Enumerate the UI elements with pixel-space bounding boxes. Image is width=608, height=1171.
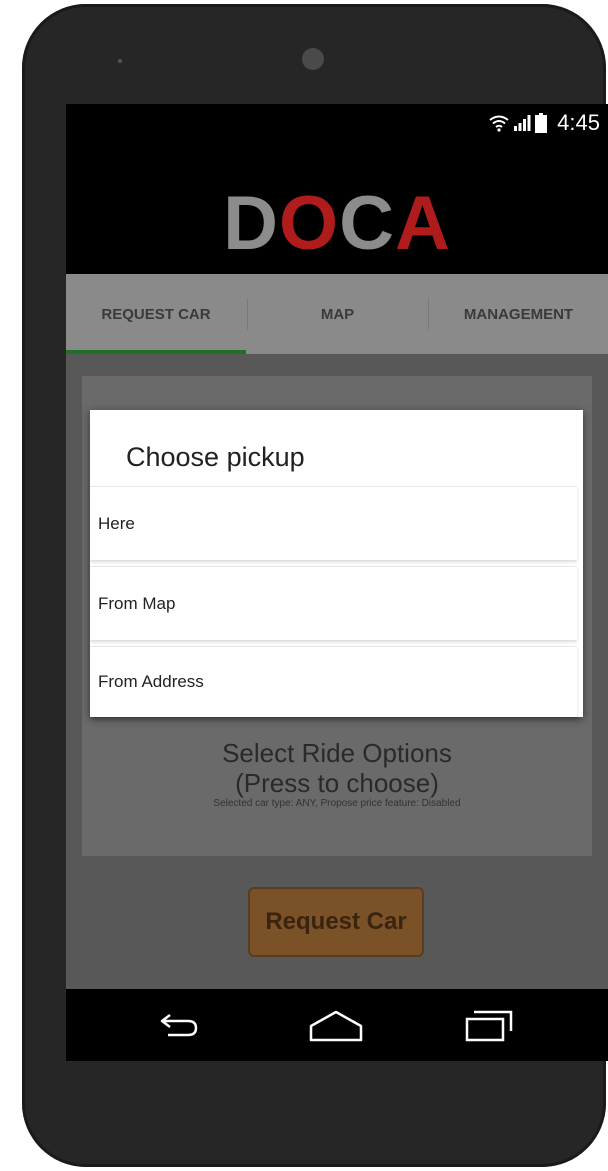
tab-bar: REQUEST CAR MAP MANAGEMENT (66, 274, 608, 354)
sensor-dot (118, 59, 122, 63)
signal-icon (514, 115, 531, 131)
dialog-title: Choose pickup (126, 442, 305, 472)
navigation-bar (66, 989, 608, 1061)
phone-frame: 4:45 DOCA REQUEST CAR MAP MANAGEMENT Sel… (22, 4, 608, 1167)
app-logo: DOCA (66, 186, 608, 262)
logo-letter: A (395, 181, 451, 266)
pickup-option-from-address[interactable]: From Address (90, 646, 577, 717)
screen: 4:45 DOCA REQUEST CAR MAP MANAGEMENT Sel… (66, 104, 608, 1061)
tab-request-car[interactable]: REQUEST CAR (66, 274, 246, 354)
pickup-option-here[interactable]: Here (90, 486, 577, 560)
recent-apps-icon[interactable] (464, 1009, 514, 1043)
back-icon[interactable] (158, 1009, 202, 1041)
status-time: 4:45 (557, 110, 600, 135)
status-bar: 4:45 (66, 104, 608, 142)
status-icons: 4:45 (489, 110, 600, 136)
request-car-button[interactable]: Request Car (248, 887, 424, 957)
tab-management[interactable]: MANAGEMENT (429, 274, 608, 354)
ride-options-title-line1: Select Ride Options (222, 738, 452, 768)
choose-pickup-dialog: Choose pickup Here From Map From Address (90, 410, 583, 717)
wifi-icon (489, 115, 509, 132)
ride-options-title-line2: (Press to choose) (235, 768, 439, 798)
battery-icon (535, 113, 548, 133)
logo-letter: O (278, 181, 340, 266)
pickup-option-from-map[interactable]: From Map (90, 566, 577, 640)
front-camera (302, 48, 324, 70)
tab-map[interactable]: MAP (247, 274, 428, 354)
logo-letter: C (339, 181, 395, 266)
ride-options-title: Select Ride Options (Press to choose) (82, 738, 592, 798)
app-header: DOCA (66, 142, 608, 274)
logo-letter: D (223, 181, 279, 266)
ride-options-summary: Selected car type: ANY, Propose price fe… (213, 798, 461, 809)
home-icon[interactable] (308, 1009, 364, 1043)
